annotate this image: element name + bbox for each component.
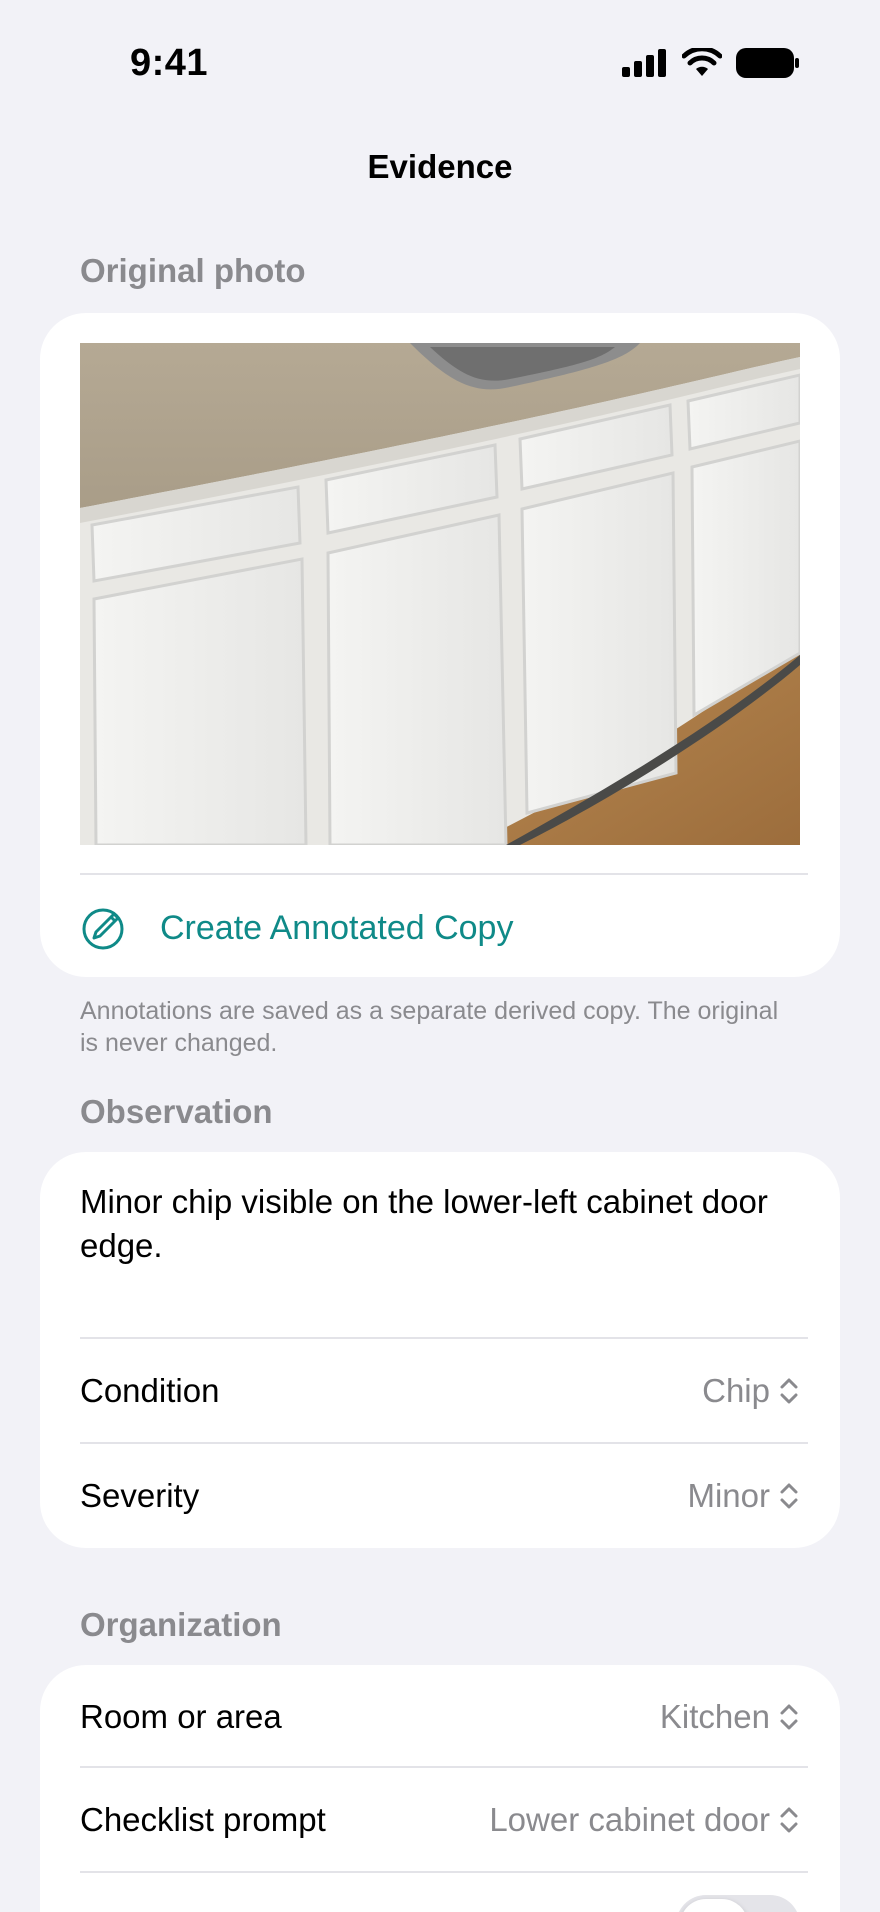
room-label: Room or area — [80, 1698, 282, 1735]
card-divider — [80, 1871, 808, 1873]
create-annotated-copy-button[interactable]: Create Annotated Copy — [80, 873, 800, 983]
organization-card: Room or area Kitchen Checklist prompt Lo… — [40, 1665, 840, 1912]
status-icons — [622, 48, 800, 78]
toggle-knob — [680, 1899, 748, 1912]
organization-toggle[interactable] — [676, 1895, 800, 1912]
status-time: 9:41 — [130, 42, 209, 84]
battery-icon — [736, 48, 799, 78]
chevron-up-down-icon — [780, 1483, 798, 1509]
cellular-signal-icon — [622, 49, 666, 77]
original-photo-card: Create Annotated Copy — [40, 313, 840, 977]
annotation-footnote: Annotations are saved as a separate deri… — [80, 997, 779, 1057]
chevron-up-down-icon — [780, 1807, 798, 1833]
condition-label: Condition — [80, 1372, 220, 1409]
condition-picker[interactable]: Condition Chip — [80, 1339, 800, 1443]
create-annotated-copy-label: Create Annotated Copy — [160, 908, 514, 947]
original-photo-image[interactable] — [80, 343, 800, 845]
chevron-up-down-icon — [780, 1704, 798, 1730]
status-bar: 9:41 — [0, 0, 880, 120]
checklist-prompt-value-group: Lower cabinet door — [489, 1801, 800, 1839]
page-title: Evidence — [367, 148, 513, 185]
section-header-original-photo: Original photo — [80, 252, 306, 289]
section-header-observation: Observation — [80, 1093, 273, 1130]
checklist-prompt-label: Checklist prompt — [80, 1801, 326, 1838]
room-value: Kitchen — [659, 1698, 770, 1735]
wifi-icon — [682, 48, 722, 76]
room-picker[interactable]: Room or area Kitchen — [80, 1665, 800, 1769]
severity-value-group: Minor — [687, 1477, 800, 1515]
room-value-group: Kitchen — [660, 1698, 800, 1736]
observation-card: Minor chip visible on the lower-left cab… — [40, 1152, 840, 1548]
section-header-organization: Organization — [80, 1606, 282, 1643]
checklist-prompt-picker[interactable]: Checklist prompt Lower cabinet door — [80, 1768, 800, 1872]
chevron-up-down-icon — [780, 1378, 798, 1404]
severity-value: Minor — [687, 1477, 770, 1514]
condition-value: Chip — [702, 1372, 770, 1409]
condition-value-group: Chip — [702, 1372, 800, 1410]
checklist-prompt-value: Lower cabinet door — [489, 1801, 770, 1838]
markup-pen-icon — [82, 908, 124, 950]
observation-text-field[interactable]: Minor chip visible on the lower-left cab… — [80, 1180, 780, 1268]
severity-picker[interactable]: Severity Minor — [80, 1444, 800, 1548]
severity-label: Severity — [80, 1477, 200, 1514]
